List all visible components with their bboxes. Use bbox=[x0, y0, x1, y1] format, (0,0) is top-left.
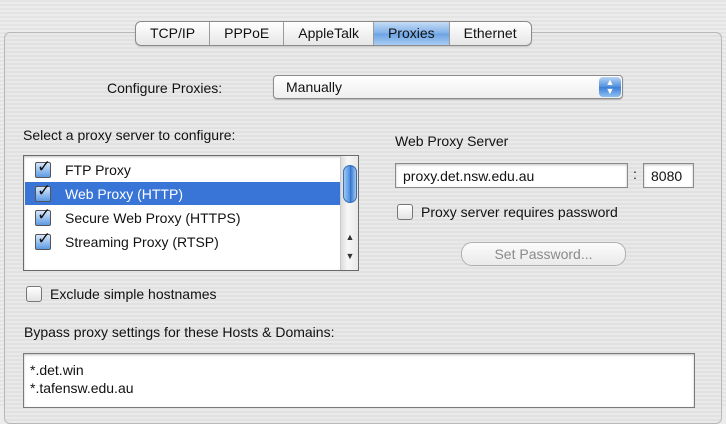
tab-ethernet[interactable]: Ethernet bbox=[450, 22, 531, 45]
scrollbar-thumb[interactable] bbox=[343, 165, 357, 203]
list-item-ftp-proxy[interactable]: ✓ FTP Proxy bbox=[25, 157, 340, 181]
list-item-label: FTP Proxy bbox=[65, 161, 131, 178]
scroll-down-arrow-icon[interactable]: ▼ bbox=[344, 251, 356, 261]
requires-password-label: Proxy server requires password bbox=[421, 204, 618, 220]
bypass-label: Bypass proxy settings for these Hosts & … bbox=[24, 324, 335, 340]
tab-proxies[interactable]: Proxies bbox=[373, 22, 450, 45]
configure-proxies-label: Configure Proxies: bbox=[107, 80, 223, 96]
ftp-proxy-checkbox[interactable]: ✓ bbox=[35, 157, 51, 178]
configure-proxies-popup[interactable]: Manually ▲ ▼ bbox=[273, 75, 623, 99]
exclude-simple-hostnames-checkbox[interactable] bbox=[26, 286, 42, 302]
streaming-proxy-checkbox[interactable]: ✓ bbox=[35, 229, 51, 250]
bypass-hosts-textarea[interactable]: *.det.win *.tafensw.edu.au bbox=[23, 353, 695, 408]
tab-pppoe[interactable]: PPPoE bbox=[210, 22, 285, 45]
list-item-label: Streaming Proxy (RTSP) bbox=[65, 233, 219, 250]
list-item-streaming-proxy[interactable]: ✓ Streaming Proxy (RTSP) bbox=[25, 229, 340, 253]
popup-arrows-icon: ▲ ▼ bbox=[599, 77, 621, 97]
secure-web-proxy-checkbox[interactable]: ✓ bbox=[35, 205, 51, 226]
tab-tcpip[interactable]: TCP/IP bbox=[136, 22, 211, 45]
exclude-simple-hostnames-option[interactable]: Exclude simple hostnames bbox=[26, 286, 217, 302]
checkmark-icon: ✓ bbox=[37, 180, 52, 201]
requires-password-checkbox[interactable] bbox=[397, 204, 413, 220]
list-scrollbar[interactable]: ▲ ▼ bbox=[340, 156, 358, 270]
list-item-label: Secure Web Proxy (HTTPS) bbox=[65, 209, 241, 226]
web-proxy-checkbox[interactable]: ✓ bbox=[35, 181, 51, 202]
checkmark-icon: ✓ bbox=[37, 204, 52, 225]
scroll-up-arrow-icon[interactable]: ▲ bbox=[344, 232, 356, 242]
set-password-button[interactable]: Set Password... bbox=[461, 242, 626, 266]
list-item-web-proxy[interactable]: ✓ Web Proxy (HTTP) bbox=[25, 181, 340, 205]
host-port-separator: : bbox=[633, 166, 637, 182]
proxy-server-list[interactable]: ✓ FTP Proxy ✓ Web Proxy (HTTP) ✓ Secure … bbox=[23, 155, 359, 271]
web-proxy-server-label: Web Proxy Server bbox=[395, 133, 509, 149]
list-item-label: Web Proxy (HTTP) bbox=[65, 185, 183, 202]
list-item-secure-web-proxy[interactable]: ✓ Secure Web Proxy (HTTPS) bbox=[25, 205, 340, 229]
tab-bar: TCP/IP PPPoE AppleTalk Proxies Ethernet bbox=[135, 21, 532, 46]
checkmark-icon: ✓ bbox=[37, 156, 52, 177]
checkmark-icon: ✓ bbox=[37, 228, 52, 249]
exclude-simple-hostnames-label: Exclude simple hostnames bbox=[50, 286, 217, 302]
tab-appletalk[interactable]: AppleTalk bbox=[284, 22, 374, 45]
proxy-host-input[interactable]: proxy.det.nsw.edu.au bbox=[395, 163, 628, 188]
requires-password-option[interactable]: Proxy server requires password bbox=[397, 204, 618, 220]
configure-proxies-value: Manually bbox=[286, 79, 343, 95]
proxy-port-input[interactable]: 8080 bbox=[643, 163, 694, 188]
select-proxy-label: Select a proxy server to configure: bbox=[23, 127, 236, 143]
